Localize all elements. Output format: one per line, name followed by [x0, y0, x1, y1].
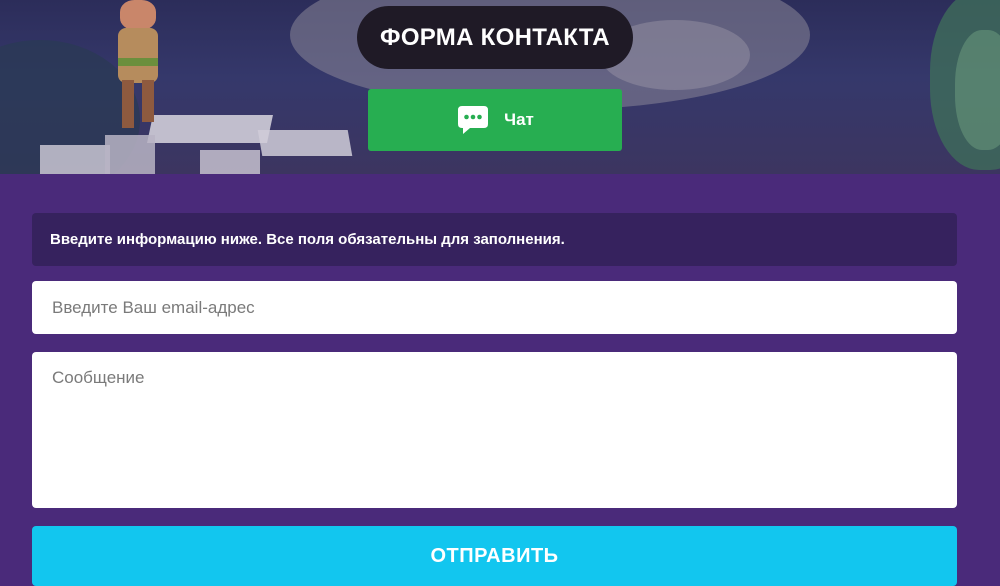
page-title: ФОРМА КОНТАКТА [357, 6, 633, 69]
background-rock [40, 145, 110, 174]
chat-bubble-icon [456, 104, 490, 136]
background-rock [257, 130, 353, 156]
email-field[interactable] [32, 281, 957, 334]
message-field[interactable] [32, 352, 957, 508]
background-rock [200, 150, 260, 174]
submit-button[interactable]: ОТПРАВИТЬ [32, 526, 957, 586]
background-rock [105, 135, 155, 174]
chat-button-label: Чат [504, 110, 534, 129]
background-tree-highlight [955, 30, 1000, 150]
form-notice: Введите информацию ниже. Все поля обязат… [32, 213, 957, 266]
hero-banner: ФОРМА КОНТАКТА Чат [0, 0, 1000, 174]
chat-button[interactable]: Чат [368, 89, 622, 151]
game-character-illustration [108, 0, 168, 130]
